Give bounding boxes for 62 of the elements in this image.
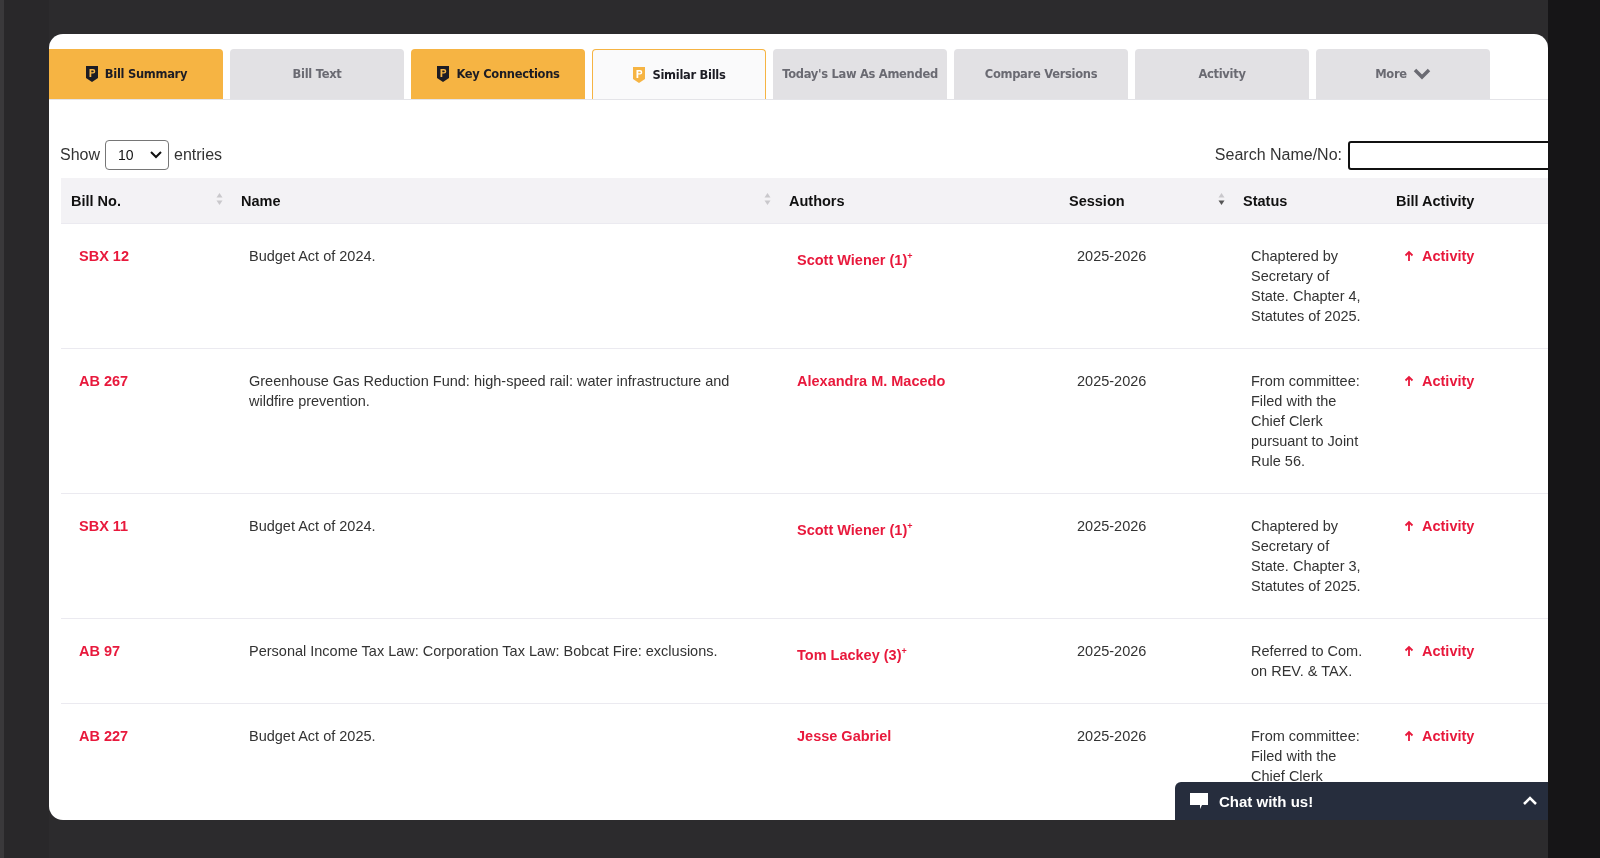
bill-name: Budget Act of 2024. (249, 248, 376, 264)
bill-name: Budget Act of 2025. (249, 728, 376, 744)
activity-link[interactable]: Activity (1422, 516, 1475, 536)
arrow-up-icon (1404, 250, 1414, 262)
sort-icon[interactable] (1218, 192, 1225, 206)
session-cell: 2025-2026 (1077, 728, 1147, 744)
entries-label: entries (174, 146, 223, 164)
status-text: Chaptered by Secretary of State. Chapter 3, Statutes of 2025. (1251, 518, 1361, 594)
status-text: From committee: Filed with the Chief Clerk pursuant to Joint Rule 56. (1251, 373, 1360, 469)
session-cell: 2025-2026 (1077, 248, 1147, 264)
logo-icon (84, 65, 99, 83)
arrow-up-icon (1404, 730, 1414, 742)
column-header[interactable]: Status (1233, 178, 1386, 224)
search-label: Search Name/No: (1214, 146, 1342, 164)
activity-link[interactable]: Activity (1422, 246, 1475, 266)
logo-icon (436, 65, 451, 83)
activity-link[interactable]: Activity (1422, 641, 1475, 661)
status-text: Chaptered by Secretary of State. Chapter 4, Statutes of 2025. (1251, 248, 1361, 324)
column-header[interactable]: Authors (779, 178, 1059, 224)
column-header[interactable]: Bill No. (61, 178, 231, 224)
logo-icon (632, 65, 647, 84)
author-link[interactable]: Scott Wiener (1)$^{+}$ (797, 251, 913, 268)
tab[interactable]: Bill Summary (49, 49, 223, 99)
bill-name: Greenhouse Gas Reduction Fund: high-speed rail: water infrastructure and wildfire prevention. (249, 373, 730, 409)
author-link[interactable]: Tom Lackey (3)$^{+}$ (797, 646, 907, 663)
bill-link[interactable]: AB 267 (79, 373, 129, 389)
search-field[interactable] (1348, 140, 1548, 170)
bill-link[interactable]: SBX 12 (79, 248, 129, 264)
column-header[interactable]: Name (231, 178, 779, 224)
author-link[interactable]: Scott Wiener (1)$^{+}$ (797, 521, 913, 538)
session-cell: 2025-2026 (1077, 373, 1147, 389)
tab[interactable]: Activity (1135, 49, 1309, 99)
arrow-up-icon (1404, 645, 1414, 657)
chevron-up-icon (1522, 796, 1538, 806)
status-text: Referred to Com. on REV. & TAX. (1251, 643, 1363, 679)
author-link[interactable]: Alexandra M. Macedo (797, 373, 946, 389)
chat-bubble-icon (1189, 792, 1209, 810)
session-cell: 2025-2026 (1077, 518, 1147, 534)
tab[interactable]: Compare Versions (954, 49, 1128, 99)
chevron-down-icon (150, 151, 163, 159)
tab[interactable]: Bill Text (230, 49, 404, 99)
bill-name: Personal Income Tax Law: Corporation Tax Law: Bobcat Fire: exclusions. (249, 643, 718, 659)
entries-select[interactable]: 10 (105, 140, 170, 170)
bill-link[interactable]: AB 227 (79, 728, 129, 744)
column-header[interactable]: Bill Activity (1386, 178, 1548, 224)
arrow-up-icon (1404, 520, 1414, 532)
tab[interactable]: More (1316, 49, 1490, 99)
status-text: From committee: Filed with the Chief Clerk (1251, 728, 1360, 784)
bill-name: Budget Act of 2024. (249, 518, 376, 534)
bill-link[interactable]: SBX 11 (79, 518, 129, 534)
tab[interactable]: Today's Law As Amended (773, 49, 947, 99)
show-label: Show (60, 146, 101, 164)
bill-link[interactable]: AB 97 (79, 643, 121, 659)
tab[interactable]: Key Connections (411, 49, 585, 99)
session-cell: 2025-2026 (1077, 643, 1147, 659)
chat-bar[interactable]: Chat with us! (1175, 782, 1548, 820)
tab[interactable]: Similar Bills (592, 49, 766, 99)
column-header[interactable]: Session (1059, 178, 1233, 224)
activity-link[interactable]: Activity (1422, 371, 1475, 391)
activity-link[interactable]: Activity (1422, 726, 1475, 746)
arrow-up-icon (1404, 375, 1414, 387)
author-link[interactable]: Jesse Gabriel (797, 728, 892, 744)
